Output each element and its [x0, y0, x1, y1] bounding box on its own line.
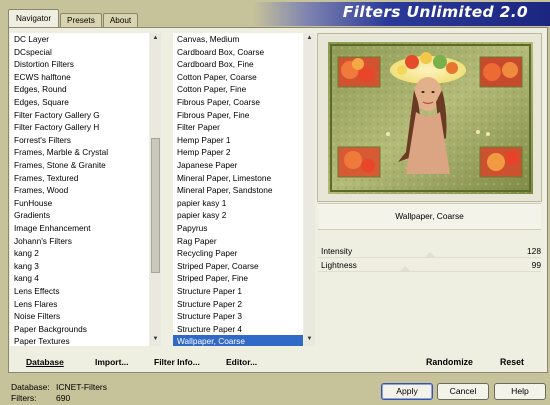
filter-item[interactable]: Cardboard Box, Fine	[173, 58, 303, 71]
filter-item[interactable]: Cotton Paper, Fine	[173, 83, 303, 96]
filter-item[interactable]: Japanese Paper	[173, 159, 303, 172]
filter-item[interactable]: Hemp Paper 2	[173, 146, 303, 159]
filter-item[interactable]: Cardboard Box, Coarse	[173, 46, 303, 59]
filter-item[interactable]: Structure Paper 2	[173, 298, 303, 311]
filters-label: Filters:	[11, 393, 37, 403]
filter-item[interactable]: Mineral Paper, Limestone	[173, 172, 303, 185]
banner-title: Filters Unlimited 2.0	[342, 3, 528, 21]
category-item[interactable]: Johann's Filters	[10, 235, 149, 248]
lightness-slider-track[interactable]	[318, 271, 541, 272]
scroll-up-icon[interactable]: ▲	[305, 34, 314, 43]
preview-pane	[317, 33, 542, 202]
filter-item[interactable]: Structure Paper 4	[173, 323, 303, 336]
category-item[interactable]: ECWS halftone	[10, 71, 149, 84]
filter-item[interactable]: Fibrous Paper, Fine	[173, 109, 303, 122]
filters-unlimited-window: Filters Unlimited 2.0 Navigator Presets …	[0, 0, 550, 405]
filter-item[interactable]: Structure Paper 3	[173, 310, 303, 323]
filter-item[interactable]: Cotton Paper, Coarse	[173, 71, 303, 84]
category-item[interactable]: Filter Factory Gallery H	[10, 121, 149, 134]
title-banner: Filters Unlimited 2.0	[253, 2, 550, 26]
filter-item[interactable]: papier kasy 2	[173, 209, 303, 222]
filter-item[interactable]: Filter Paper	[173, 121, 303, 134]
category-item[interactable]: Lens Effects	[10, 285, 149, 298]
tab-bar: Navigator Presets About	[8, 9, 139, 28]
category-item[interactable]: Frames, Marble & Crystal	[10, 146, 149, 159]
filter-item[interactable]: Wallpaper, Coarse	[173, 335, 303, 346]
category-item[interactable]: Noise Filters	[10, 310, 149, 323]
category-item[interactable]: Frames, Textured	[10, 172, 149, 185]
category-item[interactable]: Forrest's Filters	[10, 134, 149, 147]
filter-item[interactable]: Striped Paper, Fine	[173, 272, 303, 285]
editor-button[interactable]: Editor...	[226, 357, 257, 367]
tab-about[interactable]: About	[102, 13, 139, 28]
database-value: ICNET-Filters	[56, 382, 107, 392]
category-item[interactable]: Paper Backgrounds	[10, 323, 149, 336]
scroll-down-icon[interactable]: ▼	[305, 335, 314, 344]
category-item[interactable]: Paper Textures	[10, 335, 149, 346]
filter-item[interactable]: Rag Paper	[173, 235, 303, 248]
filter-item[interactable]: Papyrus	[173, 222, 303, 235]
apply-button[interactable]: Apply	[381, 383, 433, 400]
category-item[interactable]: Edges, Square	[10, 96, 149, 109]
category-item[interactable]: FunHouse	[10, 197, 149, 210]
category-item[interactable]: Image Enhancement	[10, 222, 149, 235]
filter-scrollbar[interactable]: ▲ ▼	[304, 33, 315, 346]
filter-item[interactable]: Recycling Paper	[173, 247, 303, 260]
intensity-slider-track[interactable]	[318, 257, 541, 258]
category-item[interactable]: Lens Flares	[10, 298, 149, 311]
preview-image	[328, 42, 533, 194]
filter-item[interactable]: Fibrous Paper, Coarse	[173, 96, 303, 109]
cancel-button[interactable]: Cancel	[437, 383, 489, 400]
reset-button[interactable]: Reset	[500, 357, 524, 367]
filter-item[interactable]: papier kasy 1	[173, 197, 303, 210]
filter-item[interactable]: Striped Paper, Coarse	[173, 260, 303, 273]
scroll-thumb[interactable]	[151, 138, 160, 273]
database-button[interactable]: Database	[26, 357, 64, 367]
lightness-slider-handle[interactable]	[399, 266, 410, 271]
category-item[interactable]: DCspecial	[10, 46, 149, 59]
param-label: Intensity	[321, 246, 353, 256]
help-button[interactable]: Help	[494, 383, 546, 400]
database-info: Database: ICNET-Filters	[11, 382, 107, 392]
filter-list[interactable]: Canvas, Medium Cardboard Box, Coarse Cardb…	[173, 33, 303, 346]
category-item[interactable]: kang 4	[10, 272, 149, 285]
param-value: 99	[531, 260, 541, 270]
filter-item[interactable]: Mineral Paper, Sandstone	[173, 184, 303, 197]
category-item[interactable]: Frames, Stone & Granite	[10, 159, 149, 172]
scroll-down-icon[interactable]: ▼	[151, 335, 160, 344]
category-item[interactable]: Distortion Filters	[10, 58, 149, 71]
param-lightness[interactable]: Lightness 99	[321, 259, 541, 271]
scroll-up-icon[interactable]: ▲	[151, 34, 160, 43]
param-value: 128	[527, 246, 541, 256]
category-item[interactable]: Frames, Wood	[10, 184, 149, 197]
filter-info-button[interactable]: Filter Info...	[154, 357, 200, 367]
filter-item[interactable]: Structure Paper 1	[173, 285, 303, 298]
tab-navigator[interactable]: Navigator	[8, 9, 60, 28]
filter-item[interactable]: Hemp Paper 1	[173, 134, 303, 147]
category-item[interactable]: Gradients	[10, 209, 149, 222]
tab-presets[interactable]: Presets	[60, 13, 102, 28]
category-item[interactable]: kang 2	[10, 247, 149, 260]
intensity-slider-handle[interactable]	[424, 252, 435, 257]
import-button[interactable]: Import...	[95, 357, 129, 367]
filters-count-info: Filters: 690	[11, 393, 70, 403]
database-label: Database:	[11, 382, 50, 392]
category-item[interactable]: kang 3	[10, 260, 149, 273]
category-item[interactable]: DC Layer	[10, 33, 149, 46]
category-scrollbar[interactable]: ▲ ▼	[150, 33, 161, 346]
filter-item[interactable]: Canvas, Medium	[173, 33, 303, 46]
param-label: Lightness	[321, 260, 357, 270]
randomize-button[interactable]: Randomize	[426, 357, 473, 367]
category-list[interactable]: DC Layer DCspecial Distortion Filters ECWS …	[10, 33, 149, 346]
category-item[interactable]: Edges, Round	[10, 83, 149, 96]
category-item[interactable]: Filter Factory Gallery G	[10, 109, 149, 122]
filters-value: 690	[56, 393, 71, 403]
current-filter-name: Wallpaper, Coarse	[318, 203, 541, 230]
